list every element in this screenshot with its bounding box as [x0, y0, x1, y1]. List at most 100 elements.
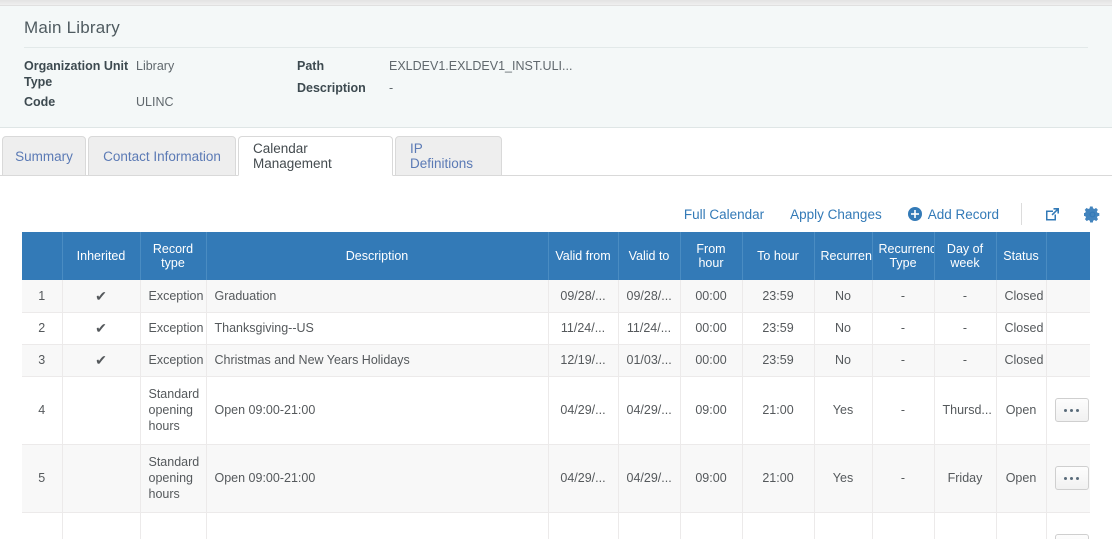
- cell-to-hour: 21:00: [742, 376, 814, 444]
- cell-from-hour: 00:00: [680, 312, 742, 344]
- calendar-records-table-container[interactable]: Inherited Record type Description Valid …: [22, 232, 1112, 539]
- inherited-check-icon: ✔: [62, 280, 140, 312]
- col-rownum: [22, 232, 62, 280]
- add-record-button[interactable]: Add Record: [908, 207, 999, 222]
- cell-to-hour: [742, 512, 814, 539]
- add-record-label: Add Record: [928, 207, 999, 222]
- cell-actions: [1046, 344, 1090, 376]
- cell-status: Closed: [996, 344, 1046, 376]
- cell-actions: [1046, 312, 1090, 344]
- field-label-path: Path: [297, 58, 387, 74]
- field-value-org-unit-type: Library: [136, 58, 286, 74]
- cell-valid-to: [618, 512, 680, 539]
- cell-description: Open 09:00-21:00: [206, 444, 548, 512]
- col-inherited[interactable]: Inherited: [62, 232, 140, 280]
- cell-rownum: 2: [22, 312, 62, 344]
- row-actions-button[interactable]: [1055, 398, 1089, 422]
- entity-header-panel: Main Library Organization Unit Type Libr…: [0, 6, 1112, 128]
- cell-record-type: Exception: [140, 312, 206, 344]
- cell-recurrence-type: [872, 512, 934, 539]
- cell-record-type: Exception: [140, 280, 206, 312]
- inherited-check-icon: [62, 444, 140, 512]
- row-actions-button[interactable]: [1055, 466, 1089, 490]
- plus-circle-icon: [908, 207, 922, 221]
- col-description[interactable]: Description: [206, 232, 548, 280]
- inherited-check-icon: [62, 512, 140, 539]
- col-to-hour[interactable]: To hour: [742, 232, 814, 280]
- cell-recurrence: No: [814, 344, 872, 376]
- cell-actions: [1046, 376, 1090, 444]
- cell-description: Christmas and New Years Holidays: [206, 344, 548, 376]
- cell-recurrence: Yes: [814, 444, 872, 512]
- cell-rownum: 3: [22, 344, 62, 376]
- table-body: 1 ✔ Exception Graduation 09/28/... 09/28…: [22, 280, 1090, 539]
- cell-day-of-week: -: [934, 312, 996, 344]
- cell-rownum: 1: [22, 280, 62, 312]
- cell-record-type: Standard opening hours: [140, 376, 206, 444]
- cell-rownum: [22, 512, 62, 539]
- cell-status: Open: [996, 376, 1046, 444]
- field-label-code: Code: [24, 94, 134, 110]
- cell-valid-from: 12/19/...: [548, 344, 618, 376]
- cell-status: [996, 512, 1046, 539]
- cell-valid-from: 11/24/...: [548, 312, 618, 344]
- col-day-of-week[interactable]: Day of week: [934, 232, 996, 280]
- tab-contact-information[interactable]: Contact Information: [88, 136, 236, 176]
- calendar-records-table: Inherited Record type Description Valid …: [22, 232, 1090, 539]
- field-value-path: EXLDEV1.EXLDEV1_INST.ULI...: [389, 58, 619, 74]
- cell-from-hour: 09:00: [680, 444, 742, 512]
- cell-day-of-week: -: [934, 280, 996, 312]
- table-row[interactable]: 1 ✔ Exception Graduation 09/28/... 09/28…: [22, 280, 1090, 312]
- tab-calendar-management[interactable]: Calendar Management: [238, 136, 393, 176]
- page-title: Main Library: [24, 18, 120, 38]
- cell-rownum: 4: [22, 376, 62, 444]
- col-actions: [1046, 232, 1090, 280]
- header-divider: [24, 47, 1088, 48]
- table-row[interactable]: 4 Standard opening hours Open 09:00-21:0…: [22, 376, 1090, 444]
- field-label-org-unit-type: Organization Unit Type: [24, 58, 134, 90]
- col-recurrence[interactable]: Recurrenc: [814, 232, 872, 280]
- cell-recurrence-type: -: [872, 280, 934, 312]
- cell-actions: [1046, 512, 1090, 539]
- table-header-row: Inherited Record type Description Valid …: [22, 232, 1090, 280]
- toolbar-separator: [1021, 203, 1022, 225]
- cell-to-hour: 23:59: [742, 344, 814, 376]
- cell-valid-from: 09/28/...: [548, 280, 618, 312]
- cell-recurrence-type: -: [872, 312, 934, 344]
- cell-from-hour: 09:00: [680, 376, 742, 444]
- table-row[interactable]: 2 ✔ Exception Thanksgiving--US 11/24/...…: [22, 312, 1090, 344]
- col-recurrence-type[interactable]: Recurrenc Type: [872, 232, 934, 280]
- col-valid-to[interactable]: Valid to: [618, 232, 680, 280]
- cell-from-hour: [680, 512, 742, 539]
- full-calendar-link[interactable]: Full Calendar: [684, 207, 764, 222]
- col-from-hour[interactable]: From hour: [680, 232, 742, 280]
- tab-ip-definitions[interactable]: IP Definitions: [395, 136, 502, 176]
- cell-recurrence: No: [814, 280, 872, 312]
- col-status[interactable]: Status: [996, 232, 1046, 280]
- cell-record-type: Standard opening hours: [140, 444, 206, 512]
- inherited-check-icon: ✔: [62, 344, 140, 376]
- table-row[interactable]: 5 Standard opening hours Open 09:00-21:0…: [22, 444, 1090, 512]
- col-valid-from[interactable]: Valid from: [548, 232, 618, 280]
- cell-recurrence-type: -: [872, 376, 934, 444]
- table-row[interactable]: Standard: [22, 512, 1090, 539]
- cell-recurrence-type: -: [872, 344, 934, 376]
- cell-from-hour: 00:00: [680, 344, 742, 376]
- row-actions-button[interactable]: [1055, 534, 1089, 539]
- cell-recurrence: No: [814, 312, 872, 344]
- gear-icon[interactable]: [1082, 204, 1102, 224]
- col-record-type[interactable]: Record type: [140, 232, 206, 280]
- cell-valid-to: 01/03/...: [618, 344, 680, 376]
- external-link-icon[interactable]: [1042, 204, 1062, 224]
- cell-description: Thanksgiving--US: [206, 312, 548, 344]
- field-value-description: -: [389, 80, 619, 96]
- cell-day-of-week: -: [934, 344, 996, 376]
- field-label-description: Description: [297, 80, 387, 96]
- cell-valid-to: 09/28/...: [618, 280, 680, 312]
- cell-status: Open: [996, 444, 1046, 512]
- cell-description: Open 09:00-21:00: [206, 376, 548, 444]
- cell-day-of-week: Thursd...: [934, 376, 996, 444]
- tab-summary[interactable]: Summary: [2, 136, 86, 176]
- apply-changes-link[interactable]: Apply Changes: [790, 207, 882, 222]
- table-row[interactable]: 3 ✔ Exception Christmas and New Years Ho…: [22, 344, 1090, 376]
